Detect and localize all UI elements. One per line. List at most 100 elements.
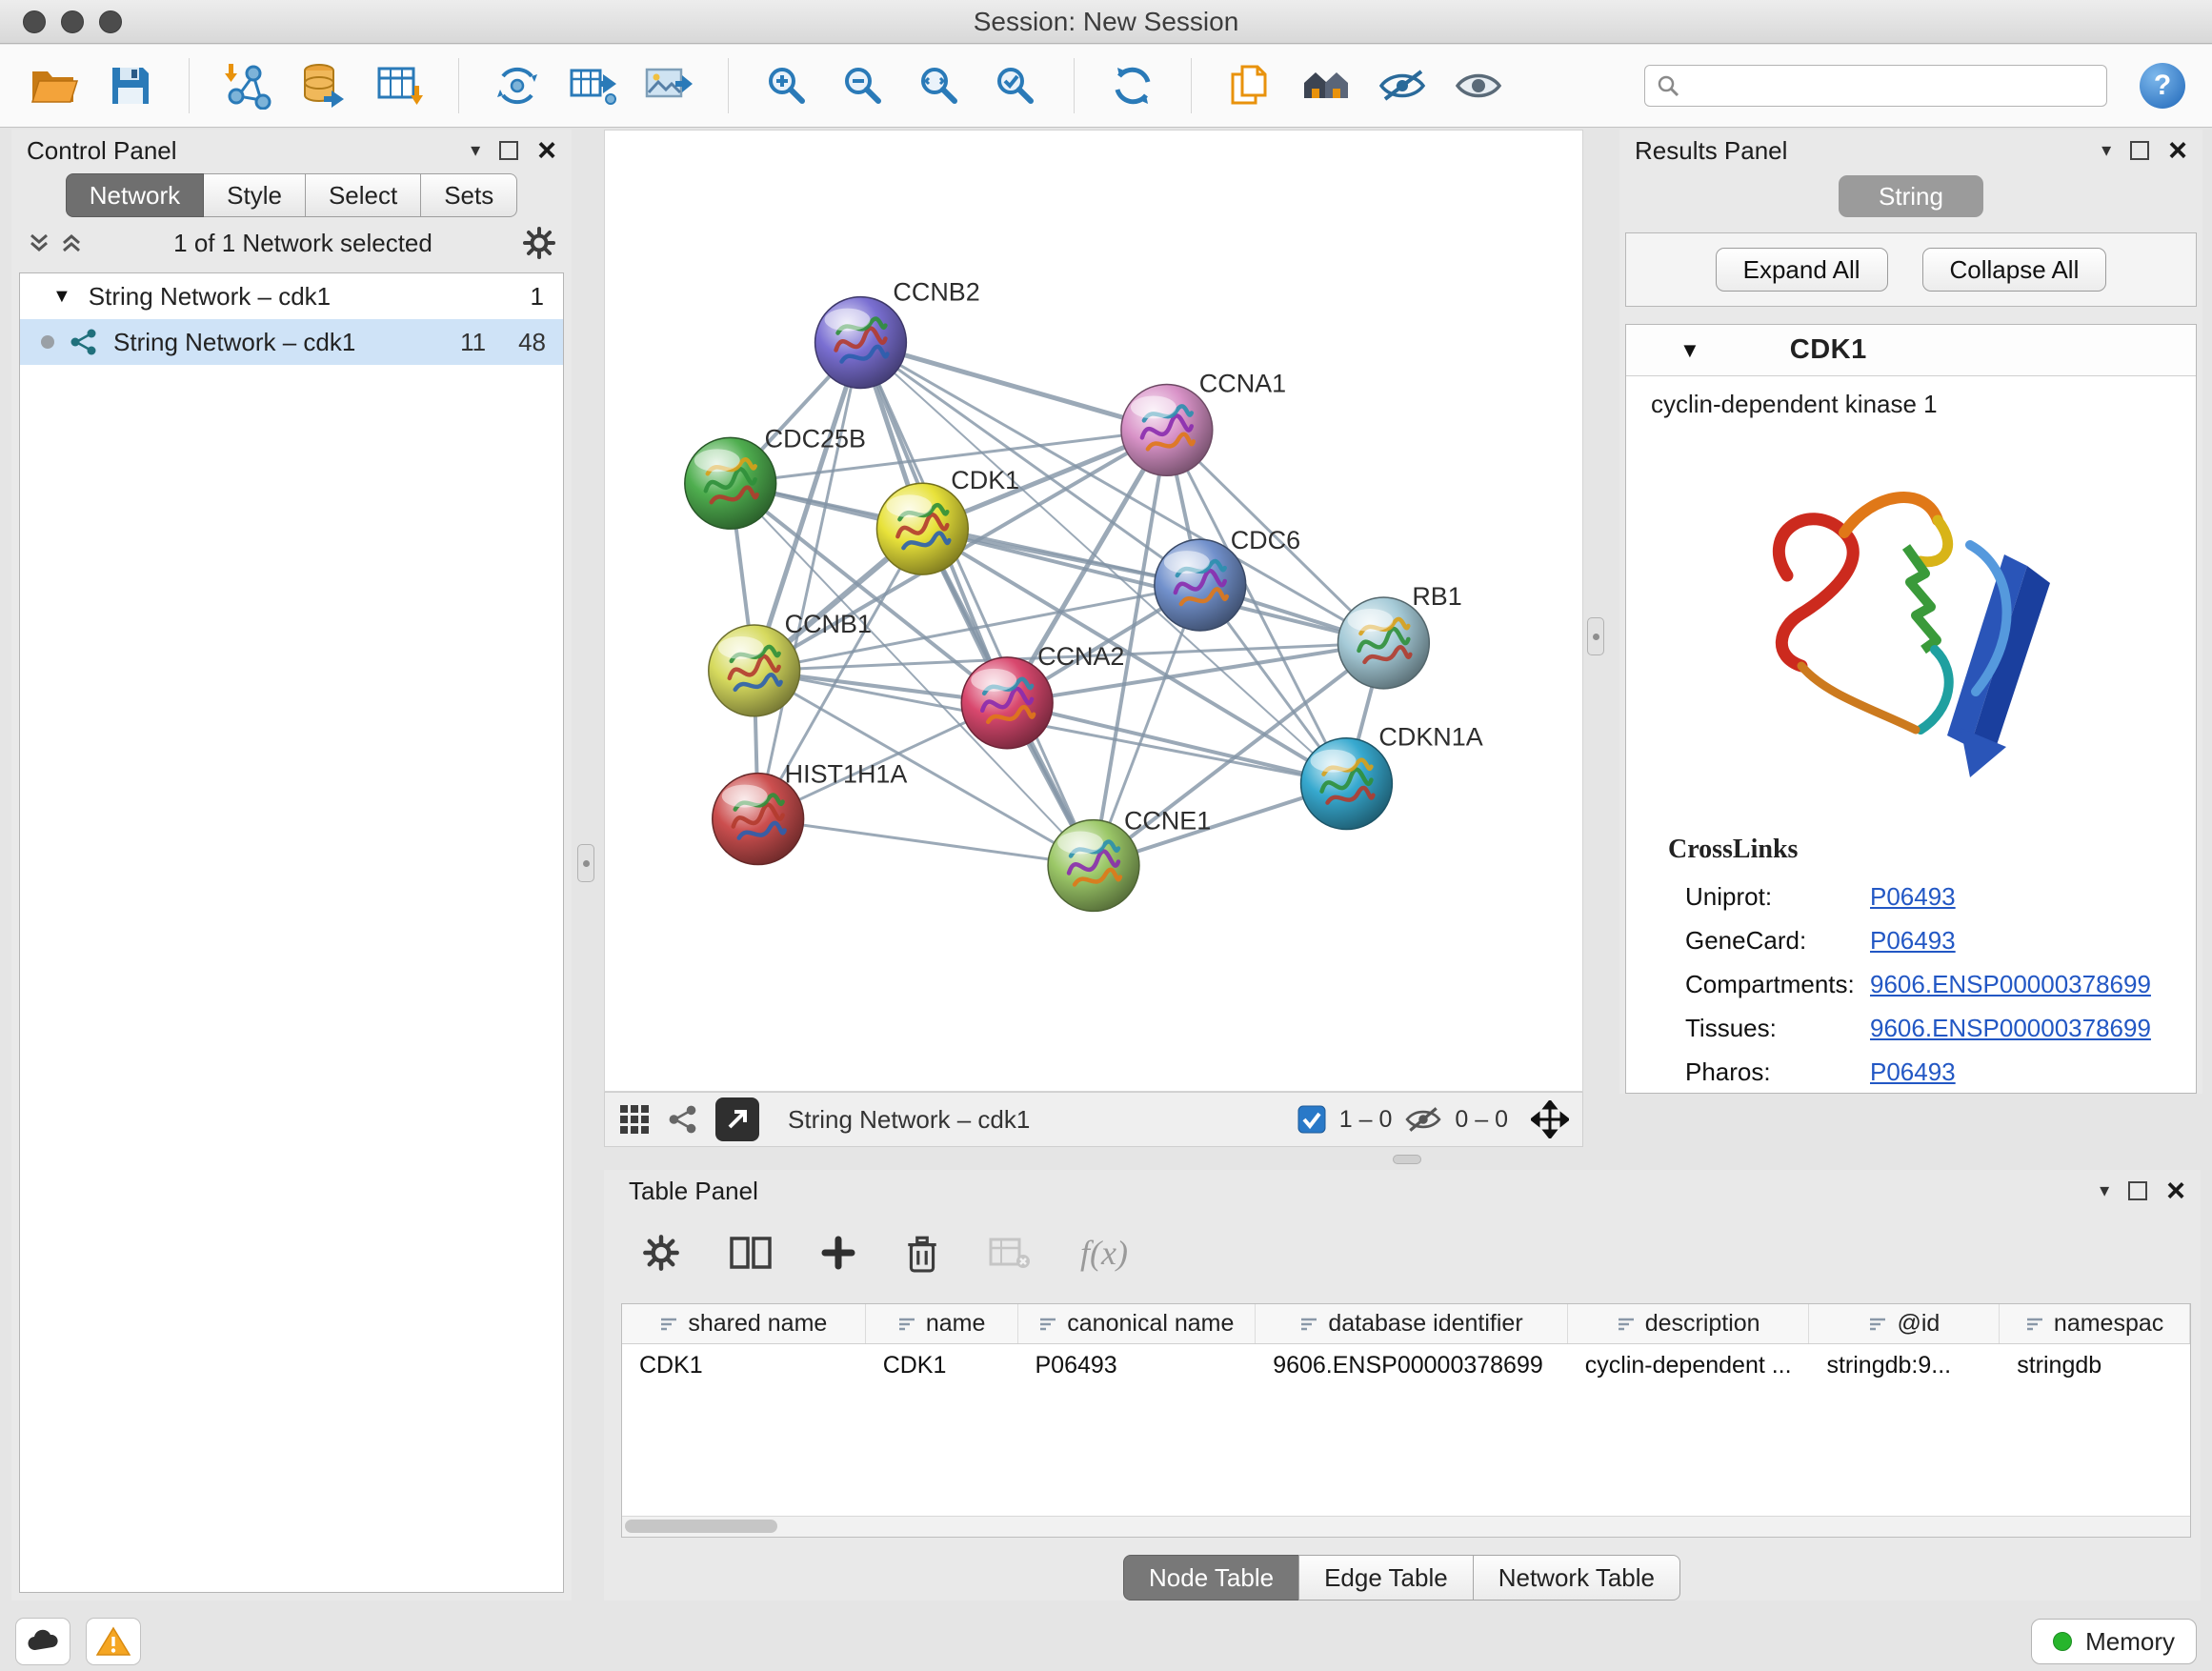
hidden-eye-slash-icon[interactable]: [1405, 1106, 1441, 1133]
table-row[interactable]: CDK1CDK1P064939606.ENSP00000378699cyclin…: [622, 1344, 2190, 1386]
crosslink-value-link[interactable]: 9606.ENSP00000378699: [1870, 970, 2151, 999]
save-session-icon[interactable]: [103, 58, 158, 113]
network-node-CCNA1[interactable]: CCNA1: [1121, 369, 1286, 475]
birdseye-view-button[interactable]: [715, 1097, 759, 1141]
tab-network-table[interactable]: Network Table: [1473, 1555, 1680, 1601]
float-panel-icon[interactable]: ▾: [2100, 1181, 2109, 1200]
float-panel-icon[interactable]: ▾: [2101, 141, 2111, 160]
import-table-icon[interactable]: [372, 58, 428, 113]
minimize-window-button[interactable]: [61, 10, 84, 33]
collapse-all-button[interactable]: Collapse All: [1922, 248, 2107, 292]
cloud-button[interactable]: [15, 1618, 70, 1665]
hide-panels-icon[interactable]: [1375, 58, 1430, 113]
tab-network[interactable]: Network: [66, 173, 204, 217]
network-node-CDC25B[interactable]: CDC25B: [685, 424, 866, 529]
column-header-canonical-name[interactable]: canonical name: [1018, 1304, 1257, 1343]
tab-node-table[interactable]: Node Table: [1123, 1555, 1299, 1601]
clone-network-icon[interactable]: [490, 58, 545, 113]
column-header-description[interactable]: description: [1568, 1304, 1810, 1343]
network-node-CDC6[interactable]: CDC6: [1155, 526, 1300, 631]
tab-select[interactable]: Select: [306, 173, 421, 217]
tab-style[interactable]: Style: [204, 173, 306, 217]
network-row-selected[interactable]: String Network – cdk1 11 48: [20, 319, 563, 365]
refresh-layout-icon[interactable]: [1105, 58, 1160, 113]
zoom-window-button[interactable]: [99, 10, 122, 33]
node-label: CCNB1: [785, 610, 872, 638]
copy-document-icon[interactable]: [1222, 58, 1277, 113]
add-column-icon[interactable]: [821, 1236, 855, 1270]
network-node-CDKN1A[interactable]: CDKN1A: [1301, 723, 1483, 830]
help-icon[interactable]: ?: [2140, 63, 2185, 109]
horizontal-splitter-handle[interactable]: [1393, 1155, 1421, 1164]
crosslink-value-link[interactable]: 9606.ENSP00000378699: [1870, 1014, 2151, 1043]
function-builder-icon[interactable]: f(x): [1080, 1233, 1128, 1273]
memory-button[interactable]: Memory: [2031, 1619, 2197, 1664]
maximize-panel-icon[interactable]: [499, 141, 518, 160]
tab-string[interactable]: String: [1839, 175, 1983, 217]
network-view-canvas[interactable]: CCNB2CCNA1CDC25BCDK1CDC6RB1CCNB1CCNA2CDK…: [604, 130, 1583, 1092]
float-panel-icon[interactable]: ▾: [471, 141, 480, 160]
network-from-table-icon[interactable]: [566, 58, 621, 113]
network-collection-row[interactable]: ▼ String Network – cdk1 1: [20, 273, 563, 319]
gear-icon[interactable]: [522, 226, 556, 260]
tab-edge-table[interactable]: Edge Table: [1298, 1555, 1474, 1601]
maximize-panel-icon[interactable]: [2128, 1181, 2147, 1200]
node-label: CDC25B: [765, 424, 866, 453]
table-body: CDK1CDK1P064939606.ENSP00000378699cyclin…: [622, 1344, 2190, 1386]
collapse-all-icon[interactable]: [27, 231, 51, 255]
crosslink-value-link[interactable]: P06493: [1870, 882, 1956, 912]
zoom-out-icon[interactable]: [835, 58, 891, 113]
column-header-shared-name[interactable]: shared name: [622, 1304, 866, 1343]
zoom-in-icon[interactable]: [759, 58, 814, 113]
search-box[interactable]: [1644, 65, 2107, 107]
selected-nodes-checkbox-icon[interactable]: [1297, 1105, 1326, 1134]
close-window-button[interactable]: [23, 10, 46, 33]
pan-crosshair-icon[interactable]: [1531, 1100, 1569, 1138]
column-header--id[interactable]: @id: [1809, 1304, 2000, 1343]
table-panel-header: Table Panel ▾ ×: [604, 1170, 2201, 1212]
grid-view-icon[interactable]: [618, 1103, 651, 1136]
network-node-CDK1[interactable]: CDK1: [876, 466, 1019, 574]
scrollbar-thumb[interactable]: [625, 1520, 777, 1533]
network-node-RB1[interactable]: RB1: [1338, 582, 1462, 689]
home-icon[interactable]: [1298, 58, 1354, 113]
search-input[interactable]: [1689, 72, 2095, 100]
close-panel-icon[interactable]: ×: [2168, 134, 2187, 167]
zoom-fit-icon[interactable]: [912, 58, 967, 113]
horizontal-scrollbar[interactable]: [622, 1516, 2190, 1537]
crosslink-label: Compartments:: [1685, 970, 1870, 999]
column-header-name[interactable]: name: [866, 1304, 1018, 1343]
import-network-database-icon[interactable]: [296, 58, 352, 113]
share-view-icon[interactable]: [668, 1104, 698, 1135]
crosslink-label: Uniprot:: [1685, 882, 1870, 912]
network-node-HIST1H1A[interactable]: HIST1H1A: [713, 760, 908, 865]
zoom-selected-icon[interactable]: [988, 58, 1043, 113]
export-image-icon[interactable]: [642, 58, 697, 113]
delete-column-trash-icon[interactable]: [905, 1233, 939, 1273]
tree-caret-icon[interactable]: ▼: [52, 286, 71, 308]
column-header-database-identifier[interactable]: database identifier: [1256, 1304, 1568, 1343]
crosslink-row: Compartments:9606.ENSP00000378699: [1626, 962, 2196, 1006]
tab-sets[interactable]: Sets: [421, 173, 517, 217]
crosslink-value-link[interactable]: P06493: [1870, 1057, 1956, 1087]
table-settings-gear-icon[interactable]: [642, 1234, 680, 1272]
close-panel-icon[interactable]: ×: [537, 134, 556, 167]
show-panels-icon[interactable]: [1451, 58, 1506, 113]
open-session-icon[interactable]: [27, 58, 82, 113]
right-splitter-handle[interactable]: [1587, 617, 1604, 655]
protein-entry-header[interactable]: ▼ CDK1: [1626, 325, 2196, 376]
show-columns-icon[interactable]: [730, 1235, 772, 1271]
close-panel-icon[interactable]: ×: [2166, 1175, 2185, 1207]
expand-all-icon[interactable]: [59, 231, 84, 255]
maximize-panel-icon[interactable]: [2130, 141, 2149, 160]
expand-all-button[interactable]: Expand All: [1716, 248, 1888, 292]
warning-button[interactable]: [86, 1618, 141, 1665]
import-network-file-icon[interactable]: [220, 58, 275, 113]
column-header-namespac[interactable]: namespac: [2000, 1304, 2190, 1343]
crosslink-value-link[interactable]: P06493: [1870, 926, 1956, 956]
left-splitter-handle[interactable]: [577, 844, 594, 882]
crosslink-row: GeneCard:P06493: [1626, 918, 2196, 962]
network-graph[interactable]: CCNB2CCNA1CDC25BCDK1CDC6RB1CCNB1CCNA2CDK…: [605, 131, 1582, 1091]
table-cell: cyclin-dependent ...: [1568, 1352, 1810, 1379]
entry-caret-icon[interactable]: ▼: [1679, 338, 1700, 363]
